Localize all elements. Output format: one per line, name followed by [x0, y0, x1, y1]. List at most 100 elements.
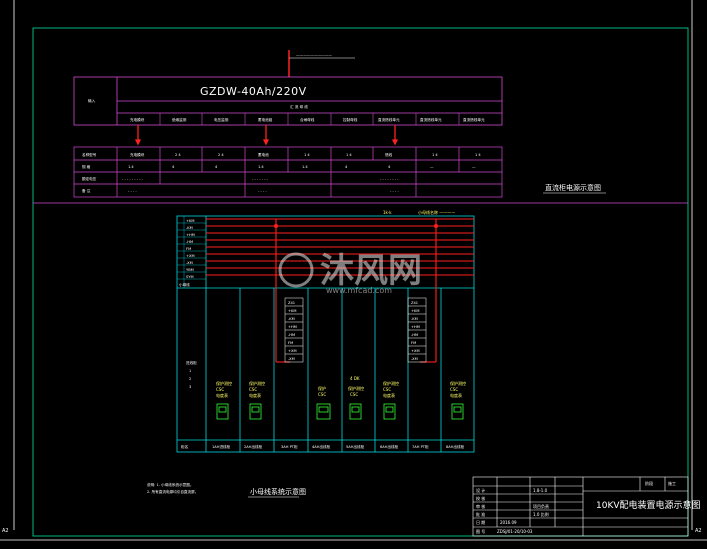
- svg-text:2 4: 2 4: [175, 153, 181, 157]
- svg-text:2: 2: [189, 377, 191, 381]
- svg-text:- - - - - - -: - - - - - - -: [252, 177, 269, 181]
- svg-text:—: —: [430, 165, 434, 169]
- svg-text:电度表: 电度表: [249, 392, 261, 398]
- svg-text:3: 3: [189, 385, 191, 389]
- svg-text:- - - -: - - - -: [390, 189, 399, 193]
- device-icons: [216, 403, 464, 420]
- svg-text:电压监测: 电压监测: [214, 117, 229, 122]
- svg-text:5AH出线柜: 5AH出线柜: [346, 444, 365, 449]
- svg-text:- - - -: - - - -: [258, 189, 267, 193]
- svg-text:2016.09: 2016.09: [500, 520, 517, 525]
- svg-text:8AH出线柜: 8AH出线柜: [446, 444, 465, 449]
- svg-text:ZDSJ/01-20/10-03: ZDSJ/01-20/10-03: [497, 529, 533, 534]
- corner-label-left: A2: [2, 528, 9, 534]
- svg-text:2AH出线柜: 2AH出线柜: [244, 444, 263, 449]
- svg-text:1 4: 1 4: [304, 153, 310, 157]
- svg-text:FM: FM: [186, 247, 191, 251]
- svg-text:进线柜: 进线柜: [186, 360, 197, 365]
- svg-text:保护测控: 保护测控: [450, 380, 466, 386]
- svg-text:CSC: CSC: [318, 392, 326, 397]
- svg-text:直流馈线单元: 直流馈线单元: [378, 117, 400, 122]
- corner-label-right: A2: [695, 528, 702, 534]
- svg-text:-XM: -XM: [186, 261, 193, 265]
- svg-text:小母线: 小母线: [179, 282, 190, 287]
- svg-text:——————————: ——————————: [296, 53, 332, 57]
- svg-text:- - - -: - - - -: [128, 189, 137, 193]
- svg-text:1 4: 1 4: [432, 153, 438, 157]
- svg-text:4: 4: [388, 165, 391, 169]
- svg-text:保护测控: 保护测控: [348, 385, 364, 391]
- svg-text:CSC: CSC: [249, 387, 257, 392]
- svg-text:-HM: -HM: [288, 333, 295, 337]
- svg-text:馈线: 馈线: [385, 152, 393, 157]
- svg-text:4 DK: 4 DK: [350, 376, 360, 381]
- watermark-url: www.mfcad.com: [326, 286, 392, 295]
- svg-text:图 号: 图 号: [476, 528, 485, 534]
- svg-text:4: 4: [345, 165, 348, 169]
- svg-text:1 4: 1 4: [475, 153, 481, 157]
- svg-text:Z41: Z41: [288, 301, 295, 305]
- svg-text:直流馈线单元: 直流馈线单元: [420, 117, 442, 122]
- svg-text:1.4: 1.4: [128, 165, 134, 169]
- svg-text:+HM: +HM: [186, 233, 195, 237]
- svg-text:日 期: 日 期: [476, 519, 485, 525]
- svg-text:4AH出线柜: 4AH出线柜: [312, 444, 331, 449]
- cad-drawing: —————————— GZDW-40Ah/220V 输入 汇 流 母 线 充电模…: [0, 0, 707, 541]
- svg-text:1.4: 1.4: [302, 165, 308, 169]
- drawing-title: 10KV配电装置电源示意图: [596, 499, 701, 511]
- svg-text:1 4: 1 4: [346, 153, 352, 157]
- svg-text:规 格: 规 格: [82, 164, 91, 169]
- svg-text:3AH PT柜: 3AH PT柜: [281, 444, 298, 449]
- svg-text:-HM: -HM: [186, 240, 193, 244]
- svg-text:YBM: YBM: [186, 268, 194, 272]
- svg-text:-KM: -KM: [186, 226, 193, 230]
- svg-text:4: 4: [215, 165, 218, 169]
- dc-col-labels: 充电模块 绝缘监测 电压监测 蓄电池组 合闸母线 控制母线 直流馈线单元 直流馈线单元 …: [130, 117, 485, 122]
- svg-text:保护测控: 保护测控: [383, 380, 399, 386]
- svg-text:+XM: +XM: [288, 349, 297, 353]
- panel-names: 柜名 1AH进线柜 2AH出线柜 3AH PT柜 4AH出线柜 5AH出线柜 6AH出…: [181, 444, 465, 449]
- svg-text:CSC: CSC: [383, 387, 391, 392]
- svg-text:电度表: 电度表: [383, 392, 395, 398]
- svg-text:保护测控: 保护测控: [249, 380, 265, 386]
- svg-text:2. 所有直流电源均引自直流屏。: 2. 所有直流电源均引自直流屏。: [147, 489, 198, 494]
- svg-text:-XM: -XM: [288, 357, 295, 361]
- svg-text:+KM: +KM: [411, 309, 419, 313]
- svg-text:Z41: Z41: [411, 301, 418, 305]
- svg-text:小母线名称 ————: 小母线名称 ————: [418, 209, 455, 215]
- svg-text:校 核: 校 核: [476, 495, 485, 501]
- svg-text:FM: FM: [411, 341, 416, 345]
- svg-text:1: 1: [189, 369, 191, 373]
- svg-text:保护测控: 保护测控: [216, 380, 232, 386]
- svg-text:电度表: 电度表: [450, 392, 462, 398]
- svg-text:FM: FM: [288, 341, 293, 345]
- svg-text:+KM: +KM: [186, 219, 194, 223]
- svg-text:-HM: -HM: [411, 333, 418, 337]
- svg-text:充电模块: 充电模块: [130, 152, 145, 157]
- svg-text:保护: 保护: [318, 385, 326, 391]
- svg-text:+HM: +HM: [288, 325, 297, 329]
- svg-text:+XM: +XM: [186, 254, 195, 258]
- svg-text:1.0 比例: 1.0 比例: [533, 511, 549, 517]
- svg-text:-KM: -KM: [411, 317, 418, 321]
- svg-text:阶段: 阶段: [645, 480, 653, 486]
- svg-text:备 注: 备 注: [82, 188, 91, 193]
- svg-text:名称型号: 名称型号: [82, 152, 97, 157]
- svg-text:CSC: CSC: [450, 387, 458, 392]
- svg-text:柜名: 柜名: [181, 444, 189, 449]
- svg-text:+HM: +HM: [411, 325, 420, 329]
- svg-text:设 计: 设 计: [476, 487, 485, 493]
- svg-text:控制母线: 控制母线: [343, 117, 358, 122]
- svg-text:4: 4: [172, 165, 175, 169]
- svg-text:+KM: +KM: [288, 309, 296, 313]
- dc-system-title: 直流柜电源示意图: [545, 183, 601, 192]
- svg-text:审 核: 审 核: [476, 503, 485, 509]
- svg-text:CSC: CSC: [350, 392, 358, 397]
- bus-labels: +KM -KM +HM -HM FM +XM -XM YBM SYM 小母线: [179, 219, 195, 287]
- svg-text:CSC: CSC: [216, 387, 224, 392]
- panel-diagram-title: 小母线系统示意图: [250, 487, 306, 496]
- svg-text:7AH PT柜: 7AH PT柜: [412, 444, 429, 449]
- svg-text:- - - - - - - -: - - - - - - - -: [380, 177, 399, 181]
- watermark-brand: 沐风网: [320, 251, 422, 291]
- svg-text:额定电压: 额定电压: [82, 176, 97, 181]
